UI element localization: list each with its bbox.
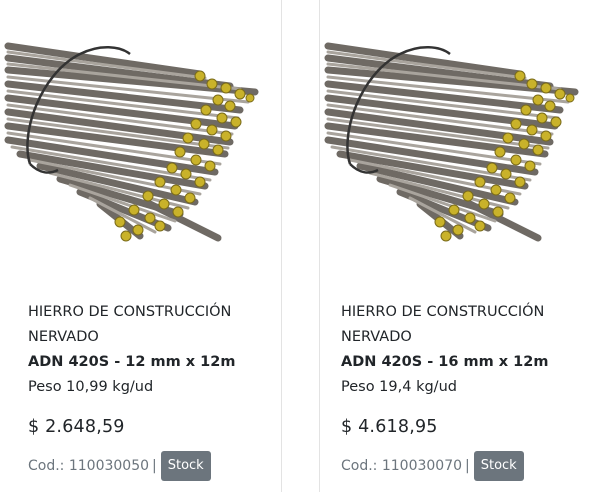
product-spec: ADN 420S - 16 mm x 12m [341, 354, 549, 370]
rebar-bundle-image [320, 14, 598, 254]
product-price: $ 4.618,95 [341, 417, 438, 437]
product-code: Cod.: 110030070 [341, 458, 463, 474]
product-weight: Peso 19,4 kg/ud [341, 379, 457, 395]
separator: | [465, 458, 470, 474]
product-image[interactable] [0, 14, 282, 254]
product-info: HIERRO DE CONSTRUCCIÓN NERVADO ADN 420S … [28, 300, 278, 481]
stock-button[interactable]: Stock [160, 451, 211, 481]
product-card[interactable]: HIERRO DE CONSTRUCCIÓN NERVADO ADN 420S … [0, 0, 282, 492]
product-image[interactable] [320, 14, 598, 254]
separator: | [152, 458, 157, 474]
product-code-row: Cod.: 110030050 | Stock [28, 451, 278, 481]
product-name[interactable]: HIERRO DE CONSTRUCCIÓN NERVADO [341, 300, 591, 350]
product-code-row: Cod.: 110030070 | Stock [341, 451, 591, 481]
product-spec: ADN 420S - 12 mm x 12m [28, 354, 236, 370]
product-name[interactable]: HIERRO DE CONSTRUCCIÓN NERVADO [28, 300, 278, 350]
rebar-bundle-image [0, 14, 282, 254]
product-info: HIERRO DE CONSTRUCCIÓN NERVADO ADN 420S … [341, 300, 591, 481]
product-card[interactable]: HIERRO DE CONSTRUCCIÓN NERVADO ADN 420S … [319, 0, 598, 492]
product-weight: Peso 10,99 kg/ud [28, 379, 154, 395]
stock-button[interactable]: Stock [473, 451, 524, 481]
product-code: Cod.: 110030050 [28, 458, 150, 474]
product-price: $ 2.648,59 [28, 417, 125, 437]
